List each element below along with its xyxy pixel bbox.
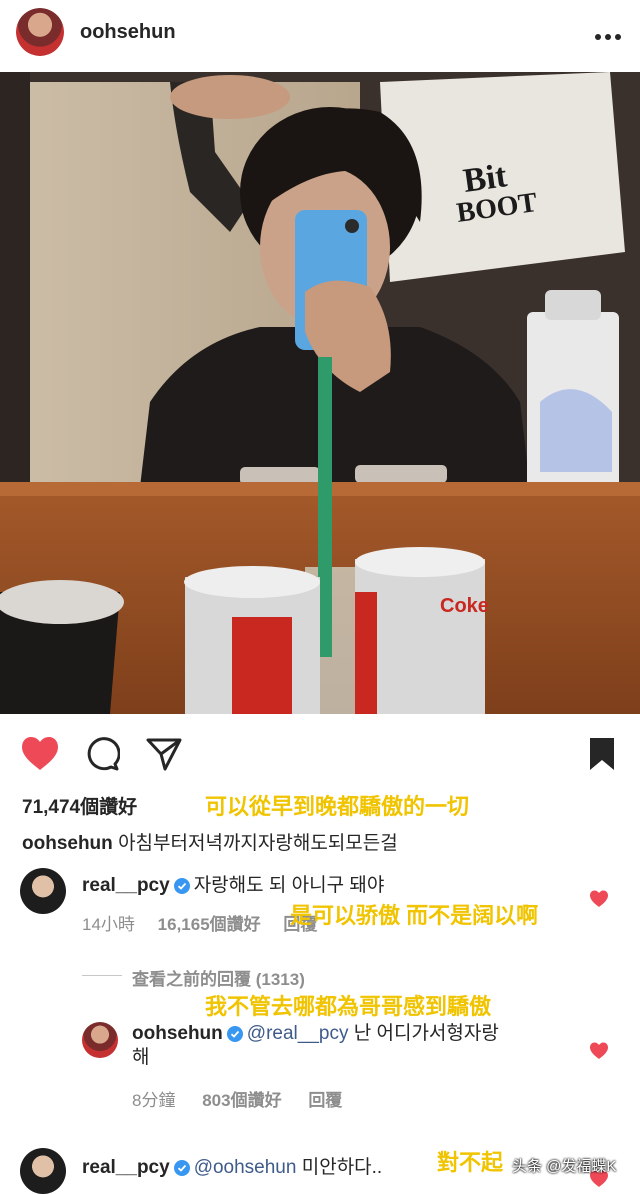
- save-button[interactable]: [588, 736, 616, 772]
- watermark: 头条 @发福蝶K: [512, 1158, 617, 1175]
- comment-time: 14小時: [82, 915, 135, 934]
- divider-line: [82, 975, 122, 976]
- heart-filled-icon: [590, 1042, 608, 1059]
- reply-like-button[interactable]: [589, 1042, 609, 1060]
- reply-time: 8分鐘: [132, 1091, 176, 1110]
- reply-username[interactable]: oohsehun: [132, 1023, 223, 1044]
- post-header: oohsehun: [0, 0, 640, 66]
- reply-reply-button[interactable]: 回覆: [308, 1091, 342, 1110]
- comment-avatar[interactable]: [20, 1148, 66, 1194]
- caption-translation: 可以從早到晚都驕傲的一切: [205, 794, 470, 819]
- likes-count[interactable]: 71,474個讚好: [22, 792, 137, 819]
- like-button[interactable]: [20, 736, 60, 772]
- comment-body: real__pcy 자랑해도 되 아니구 돼야: [82, 870, 384, 897]
- reply-mention[interactable]: @real__pcy: [247, 1023, 349, 1044]
- verified-badge-icon: [173, 877, 190, 894]
- comment-username[interactable]: real__pcy: [82, 875, 170, 896]
- caption-username[interactable]: oohsehun: [22, 833, 113, 854]
- photo-illustration: Bit BOOT Coke: [0, 72, 640, 714]
- comment-like-button[interactable]: [589, 890, 609, 908]
- comment-meta: 14小時 16,165個讚好 回覆: [82, 910, 317, 935]
- reply-avatar[interactable]: [82, 1022, 118, 1058]
- avatar[interactable]: [16, 8, 64, 56]
- comment-username[interactable]: real__pcy: [82, 1157, 170, 1178]
- send-icon: [146, 738, 182, 771]
- share-button[interactable]: [145, 736, 183, 772]
- caption-text: 아침부터저녁까지자랑해도되모든걸: [118, 833, 398, 854]
- view-previous-replies[interactable]: 查看之前的回覆 (1313): [132, 965, 305, 990]
- comment-button[interactable]: [84, 736, 121, 772]
- comment-icon: [87, 737, 121, 771]
- verified-badge-icon: [226, 1025, 243, 1042]
- post-caption: oohsehun 아침부터저녁까지자랑해도되모든걸: [22, 828, 398, 855]
- heart-filled-icon: [22, 737, 58, 770]
- bookmark-icon: [590, 738, 614, 770]
- comment-mention[interactable]: @oohsehun: [194, 1157, 297, 1178]
- username[interactable]: oohsehun: [80, 21, 176, 44]
- reply-body: oohsehun @real__pcy 난 어디가서형자랑 해: [132, 1022, 552, 1070]
- comment-translation: 是可以骄傲 而不是阔以啊: [290, 903, 539, 928]
- post-photo[interactable]: Bit BOOT Coke: [0, 72, 640, 714]
- comment-text: 미안하다..: [301, 1157, 383, 1178]
- verified-badge-icon: [173, 1159, 190, 1176]
- more-options-icon[interactable]: [594, 28, 622, 40]
- heart-filled-icon: [590, 890, 608, 907]
- comment-text: 자랑해도 되 아니구 돼야: [193, 875, 385, 896]
- can-label: Coke: [440, 595, 489, 617]
- reply-likes[interactable]: 803個讚好: [202, 1091, 281, 1110]
- reply-text: 난 어디가서형자랑: [353, 1023, 499, 1044]
- comment-body: real__pcy @oohsehun 미안하다..: [82, 1152, 382, 1179]
- comment-likes[interactable]: 16,165個讚好: [158, 915, 261, 934]
- reply-meta: 8分鐘 803個讚好 回覆: [132, 1086, 342, 1111]
- comment-avatar[interactable]: [20, 868, 66, 914]
- reply-text-continued: 해: [132, 1047, 150, 1068]
- comment-translation: 對不起: [437, 1150, 504, 1175]
- reply-translation: 我不管去哪都為哥哥感到驕傲: [205, 994, 492, 1019]
